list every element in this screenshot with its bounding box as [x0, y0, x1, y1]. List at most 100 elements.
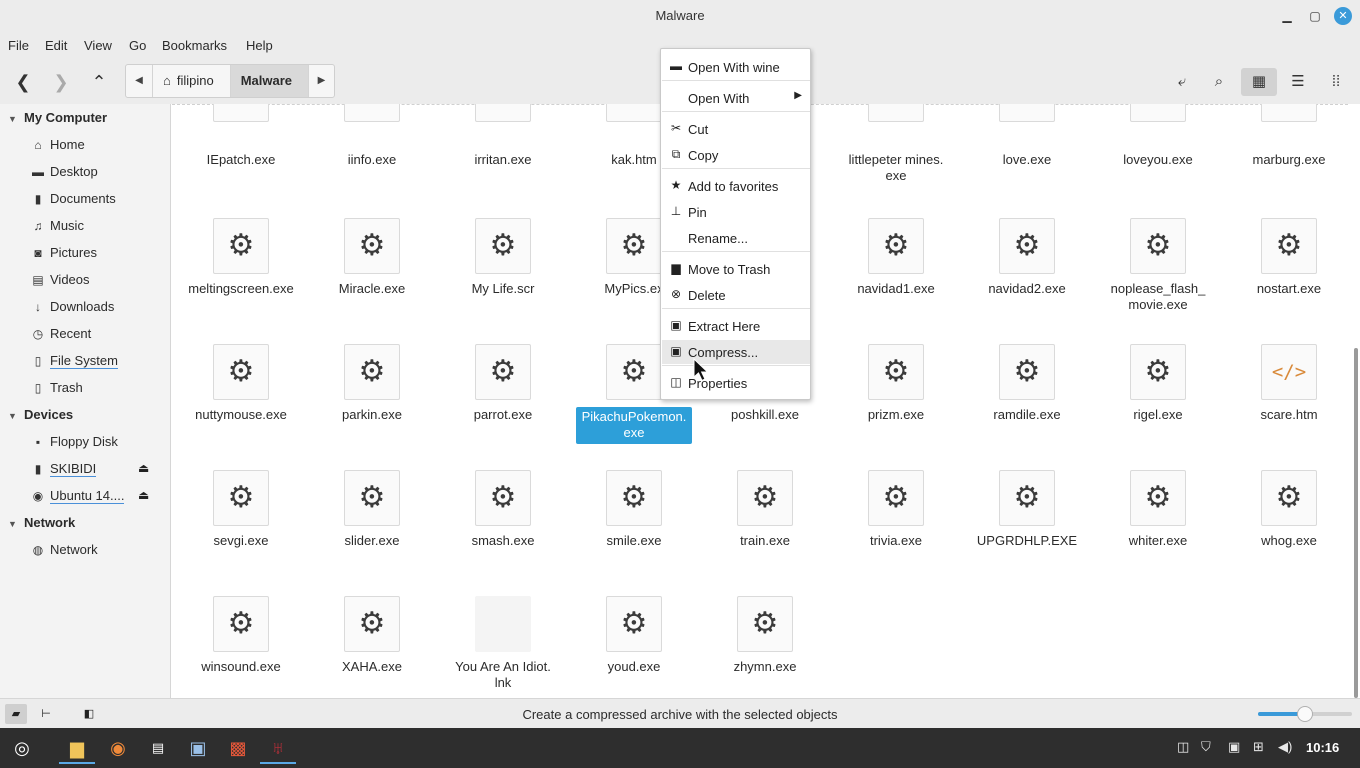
- eject-icon[interactable]: ⏏: [138, 488, 149, 502]
- context-item-open-with-wine[interactable]: ▬ Open With wine: [662, 55, 810, 79]
- context-item-extract-here[interactable]: ▣ Extract Here: [662, 314, 810, 338]
- menu-file[interactable]: File: [8, 38, 29, 53]
- file-item[interactable]: ⚙ My Life.scr: [441, 218, 565, 308]
- network-icon[interactable]: ⊞: [1253, 739, 1264, 755]
- file-item[interactable]: ⚙ winsound.exe: [179, 596, 303, 686]
- file-item[interactable]: ⚙ UPGRDHLP.EXE: [965, 470, 1089, 560]
- minimize-icon[interactable]: ▁: [1278, 7, 1296, 25]
- eject-icon[interactable]: ⏏: [138, 461, 149, 475]
- file-item[interactable]: ⚙ smile.exe: [572, 470, 696, 560]
- file-item[interactable]: ⚙ meltingscreen.exe: [179, 218, 303, 308]
- scrollbar-thumb[interactable]: [1354, 348, 1358, 698]
- context-item-cut[interactable]: ✂ Cut: [662, 117, 810, 141]
- update-icon[interactable]: ▣: [1228, 739, 1240, 755]
- context-item-properties[interactable]: ◫ Properties: [662, 371, 810, 395]
- zoom-slider[interactable]: [1258, 706, 1352, 722]
- scrollbar[interactable]: [1352, 104, 1360, 698]
- context-item-rename[interactable]: Rename...: [662, 226, 810, 250]
- menu-bookmarks[interactable]: Bookmarks: [162, 38, 227, 53]
- file-item[interactable]: ⚙ youd.exe: [572, 596, 696, 686]
- sidebar-item-trash[interactable]: ▯ Trash: [30, 380, 83, 395]
- file-item[interactable]: You Are An Idiot. lnk: [441, 596, 565, 690]
- file-item[interactable]: ⚙ prizm.exe: [834, 344, 958, 434]
- file-item[interactable]: ⚙ iinfo.exe: [310, 104, 434, 190]
- sidebar-section-devices[interactable]: ▼ Devices: [8, 407, 73, 422]
- file-item[interactable]: ⚙ noplease_flash_ movie.exe: [1096, 218, 1220, 312]
- compact-view-icon[interactable]: ⁞⁞: [1318, 68, 1354, 96]
- file-item[interactable]: ⚙ ramdile.exe: [965, 344, 1089, 434]
- context-item-compress[interactable]: ▣ Compress...: [662, 340, 810, 364]
- context-item-delete[interactable]: ⊗ Delete: [662, 283, 810, 307]
- file-item[interactable]: ⚙ smash.exe: [441, 470, 565, 560]
- file-item[interactable]: ⚙ navidad2.exe: [965, 218, 1089, 308]
- forward-icon[interactable]: ❯: [46, 68, 76, 96]
- sidebar-item-floppy-disk[interactable]: ▪ Floppy Disk: [30, 434, 118, 449]
- shield-icon[interactable]: ⛉: [1201, 739, 1211, 755]
- files-app-icon[interactable]: ▆: [59, 732, 95, 764]
- zoom-handle[interactable]: [1297, 706, 1313, 722]
- terminal-icon[interactable]: ▤: [140, 732, 176, 764]
- file-item[interactable]: ⚙ loveyou.exe: [1096, 104, 1220, 190]
- sidebar-item-ubuntu[interactable]: ◉ Ubuntu 14....: [30, 488, 125, 504]
- sidebar-item-desktop[interactable]: ▬ Desktop: [30, 164, 98, 179]
- context-item-open-with[interactable]: Open With ▶: [662, 86, 810, 110]
- file-item[interactable]: ⚙ whog.exe: [1227, 470, 1348, 560]
- list-view-icon[interactable]: ☰: [1280, 68, 1316, 96]
- file-item[interactable]: ⚙ whiter.exe: [1096, 470, 1220, 560]
- mint-menu-icon[interactable]: ◎: [4, 732, 40, 764]
- file-item[interactable]: ⚙ train.exe: [703, 470, 827, 560]
- file-item[interactable]: ⚙ parrot.exe: [441, 344, 565, 434]
- sidebar-item-recent[interactable]: ◷ Recent: [30, 326, 91, 341]
- breadcrumb-left-icon[interactable]: ◀: [126, 65, 152, 97]
- file-item[interactable]: ⚙ littlepeter mines.exe: [834, 104, 958, 190]
- menu-go[interactable]: Go: [129, 38, 146, 53]
- file-item[interactable]: ⚙ love.exe: [965, 104, 1089, 190]
- file-item[interactable]: ⚙ sevgi.exe: [179, 470, 303, 560]
- gimp-icon[interactable]: ▩: [220, 732, 256, 764]
- sidebar-item-videos[interactable]: ▤ Videos: [30, 272, 89, 287]
- sidebar-item-skibidi[interactable]: ▮ SKIBIDI: [30, 461, 97, 477]
- context-item-move-to-trash[interactable]: ▆ Move to Trash: [662, 257, 810, 281]
- wine-icon[interactable]: ♅: [260, 732, 296, 764]
- sidebar-item-pictures[interactable]: ◙ Pictures: [30, 245, 97, 260]
- toggle-location-icon[interactable]: ⤶: [1164, 68, 1200, 96]
- breadcrumb-current[interactable]: Malware: [229, 65, 309, 97]
- context-item-pin[interactable]: ⊥ Pin: [662, 200, 810, 224]
- keyboard-icon[interactable]: ◫: [1177, 739, 1189, 755]
- search-icon[interactable]: ⌕: [1201, 68, 1237, 96]
- firefox-icon[interactable]: ◉: [100, 732, 136, 764]
- sidebar-section-network[interactable]: ▼ Network: [8, 515, 75, 530]
- file-item[interactable]: </> scare.htm: [1227, 344, 1348, 434]
- breadcrumb-home[interactable]: ⌂ filipino: [152, 65, 230, 97]
- maximize-icon[interactable]: ▢: [1306, 7, 1324, 25]
- context-item-add-to-favorites[interactable]: ★ Add to favorites: [662, 174, 810, 198]
- context-item-copy[interactable]: ⧉ Copy: [662, 143, 810, 167]
- sidebar-item-file-system[interactable]: ▯ File System: [30, 353, 118, 369]
- file-item[interactable]: ⚙ rigel.exe: [1096, 344, 1220, 434]
- sidebar-item-documents[interactable]: ▮ Documents: [30, 191, 116, 206]
- sidebar-section-my-computer[interactable]: ▼ My Computer: [8, 110, 107, 125]
- file-item[interactable]: ⚙ IEpatch.exe: [179, 104, 303, 190]
- file-item[interactable]: ⚙ navidad1.exe: [834, 218, 958, 308]
- close-icon[interactable]: ✕: [1334, 7, 1352, 25]
- file-item[interactable]: ⚙ zhymn.exe: [703, 596, 827, 686]
- remote-desktop-icon[interactable]: ▣: [180, 732, 216, 764]
- menu-view[interactable]: View: [84, 38, 112, 53]
- sidebar-item-music[interactable]: ♫ Music: [30, 218, 84, 233]
- file-item[interactable]: ⚙ slider.exe: [310, 470, 434, 560]
- file-item[interactable]: ⚙ parkin.exe: [310, 344, 434, 434]
- sidebar-item-home[interactable]: ⌂ Home: [30, 137, 84, 152]
- file-item[interactable]: ⚙ nuttymouse.exe: [179, 344, 303, 434]
- back-icon[interactable]: ❮: [8, 68, 38, 96]
- sidebar-item-network[interactable]: ◍ Network: [30, 542, 98, 557]
- file-item[interactable]: ⚙ Miracle.exe: [310, 218, 434, 308]
- volume-icon[interactable]: ◀︎): [1278, 739, 1292, 755]
- file-item[interactable]: ⚙ nostart.exe: [1227, 218, 1348, 308]
- file-item[interactable]: ⚙ irritan.exe: [441, 104, 565, 190]
- file-item[interactable]: ⚙ XAHA.exe: [310, 596, 434, 686]
- icon-view-icon[interactable]: ▦: [1241, 68, 1277, 96]
- up-icon[interactable]: ⌃: [84, 68, 114, 96]
- menu-help[interactable]: Help: [246, 38, 273, 53]
- menu-edit[interactable]: Edit: [45, 38, 67, 53]
- sidebar-item-downloads[interactable]: ↓ Downloads: [30, 299, 114, 314]
